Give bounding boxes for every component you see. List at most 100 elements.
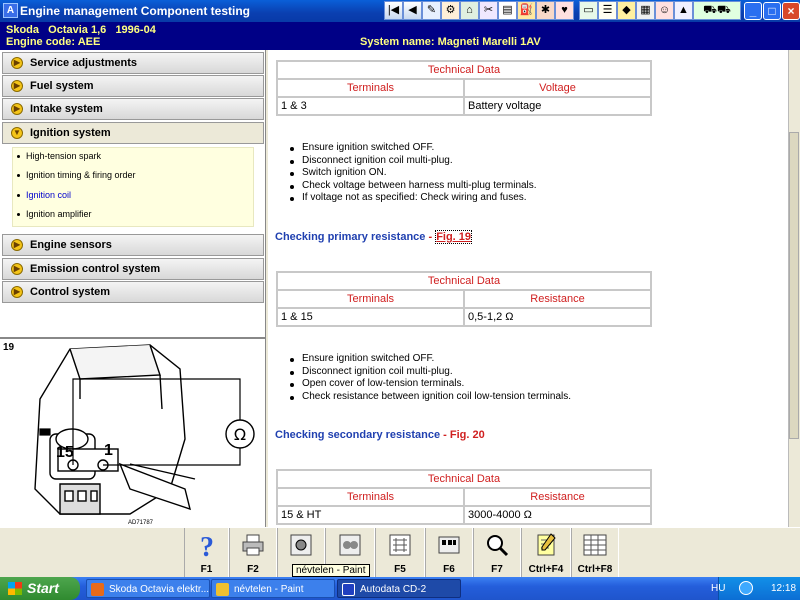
warning-icon[interactable]: ▭ (579, 1, 598, 20)
arrow-icon: ▶ (11, 80, 23, 92)
table-cell: 0,5-1,2 Ω (464, 308, 651, 326)
menu-fuel-system[interactable]: ▶ Fuel system (2, 75, 264, 97)
taskbar-item-firefox[interactable]: Skoda Octavia elektr... (86, 579, 210, 598)
function-key-bar: ? F1 F2 F5 F6 F7 Ctrl+F4 Ctrl+F8 (0, 527, 800, 578)
submenu-item-ignition-coil[interactable]: Ignition coil (17, 190, 71, 200)
secondary-resistance-heading: Checking secondary resistance - Fig. 20 (275, 429, 485, 441)
arrow-icon: ▶ (11, 57, 23, 69)
terminal-1-label: 1 (104, 442, 113, 459)
arrow-icon: ▼ (11, 127, 23, 139)
list-item: Disconnect ignition coil multi-plug. (286, 155, 537, 168)
column-header: Resistance (464, 488, 651, 506)
print-icon (242, 534, 264, 556)
document-icon[interactable]: ▦ (636, 1, 655, 20)
ohm-meter-icon: Ω (234, 425, 246, 444)
technical-data-table: Technical Data Terminals Resistance 1 & 1… (276, 271, 652, 327)
svg-text:?: ? (200, 532, 214, 558)
menu-item-label: Ignition system (30, 127, 111, 139)
minimize-button[interactable]: _ (744, 2, 762, 20)
menu-intake-system[interactable]: ▶ Intake system (2, 98, 264, 120)
app-icon: A (3, 3, 18, 18)
start-button[interactable]: Start (0, 577, 80, 600)
technical-data-table: Technical Data Terminals Resistance 15 & … (276, 469, 652, 525)
f2-print-button[interactable]: F2 (229, 528, 277, 578)
instruction-list: Ensure ignition switched OFF. Disconnect… (286, 142, 537, 205)
submenu-item-ignition-amplifier[interactable]: Ignition amplifier (17, 209, 92, 219)
system-name: System name: Magneti Marelli 1AV (360, 36, 541, 48)
settings-icon[interactable]: ✱ (536, 1, 555, 20)
system-tray: HU 12:18 (711, 577, 800, 600)
scrollbar-thumb[interactable] (789, 132, 799, 439)
menu-engine-sensors[interactable]: ▶ Engine sensors (2, 234, 264, 256)
print-icon[interactable]: ♥ (555, 1, 574, 20)
content-pane: Technical Data Terminals Voltage 1 & 3 Bat… (268, 50, 788, 527)
menu-item-label: Engine sensors (30, 239, 112, 251)
arrow-icon: ▶ (11, 239, 23, 251)
vehicle-info-bar: Skoda Octavia 1,6 1996-04 Engine code: A… (0, 22, 800, 50)
menu-control-system[interactable]: ▶ Control system (2, 281, 264, 303)
car-list-icon[interactable]: ⛟⛟ (693, 1, 741, 20)
help-icon: ? (200, 532, 214, 558)
ignition-coil-diagram: Ω 15 1 AD71787 (34, 344, 255, 526)
home-icon[interactable]: ⌂ (460, 1, 479, 20)
vehicle-name: Skoda Octavia 1,6 1996-04 (6, 24, 156, 36)
maximize-button[interactable]: □ (763, 2, 781, 20)
f5-wiring-diagram-button[interactable]: F5 (375, 528, 425, 578)
car-icon[interactable]: ▲ (674, 1, 693, 20)
table-title: Technical Data (277, 470, 651, 488)
connector-icon (438, 536, 460, 554)
table-cell: Battery voltage (464, 97, 651, 115)
help-icon[interactable]: ☰ (598, 1, 617, 20)
figure-number: 19 (3, 342, 15, 353)
table-icon (583, 534, 607, 556)
tools-icon[interactable]: ✂ (479, 1, 498, 20)
f6-connector-button[interactable]: F6 (425, 528, 473, 578)
first-page-icon[interactable]: |◀ (384, 1, 403, 20)
component-icon (290, 534, 312, 556)
f1-help-button[interactable]: ? F1 (184, 528, 229, 578)
table-cell: 1 & 15 (277, 308, 464, 326)
submenu-item-high-tension-spark[interactable]: High-tension spark (17, 151, 101, 161)
tooltip: névtelen - Paint (292, 564, 370, 577)
menu-emission-control-system[interactable]: ▶ Emission control system (2, 258, 264, 280)
menu-ignition-system[interactable]: ▼ Ignition system (2, 122, 264, 144)
language-indicator[interactable]: HU (711, 583, 725, 594)
list-item: Open cover of low-tension terminals. (286, 378, 571, 391)
manual-icon[interactable]: ▤ (498, 1, 517, 20)
menu-item-label: Fuel system (30, 80, 94, 92)
figure-panel: Ω 15 1 AD71787 19 (0, 337, 266, 527)
technical-data-table: Technical Data Terminals Voltage 1 & 3 Bat… (276, 60, 652, 116)
column-header: Terminals (277, 79, 464, 97)
list-item: Check voltage between harness multi-plug… (286, 180, 537, 193)
instruction-list: Ensure ignition switched OFF. Disconnect… (286, 353, 571, 403)
taskbar-item-paint[interactable]: névtelen - Paint (211, 579, 335, 598)
figure-20-link[interactable]: Fig. 20 (450, 429, 485, 441)
menu-item-label: Intake system (30, 103, 103, 115)
search-icon[interactable]: ⚙ (441, 1, 460, 20)
submenu-item-ignition-timing[interactable]: Ignition timing & firing order (17, 170, 136, 180)
menu-item-label: Service adjustments (30, 57, 137, 69)
taskbar-item-autodata[interactable]: Autodata CD-2 (337, 579, 461, 598)
autodata-icon (342, 583, 355, 596)
submenu-item-label: Ignition timing & firing order (26, 170, 136, 180)
ctrl-f4-notes-button[interactable]: Ctrl+F4 (521, 528, 571, 578)
figure-code: AD71787 (128, 520, 154, 526)
column-header: Terminals (277, 488, 464, 506)
table-title: Technical Data (277, 272, 651, 290)
fuel-icon[interactable]: ⛽ (517, 1, 536, 20)
f7-magnifier-button[interactable]: F7 (473, 528, 521, 578)
table-cell: 3000-4000 Ω (464, 506, 651, 524)
close-button[interactable]: × (782, 2, 800, 20)
title-bar: A Engine management Component testing |◀… (0, 0, 800, 22)
ctrl-f8-table-button[interactable]: Ctrl+F8 (571, 528, 619, 578)
figure-19-link[interactable]: Fig. 19 (435, 230, 473, 244)
user-icon[interactable]: ☺ (655, 1, 674, 20)
previous-icon[interactable]: ◀ (403, 1, 422, 20)
menu-item-label: Control system (30, 286, 111, 298)
network-icon[interactable] (739, 581, 753, 595)
component-test-icon (339, 534, 361, 556)
menu-service-adjustments[interactable]: ▶ Service adjustments (2, 52, 264, 74)
table-cell: 15 & HT (277, 506, 464, 524)
bookmark-icon[interactable]: ✎ (422, 1, 441, 20)
vehicle-icon[interactable]: ◆ (617, 1, 636, 20)
